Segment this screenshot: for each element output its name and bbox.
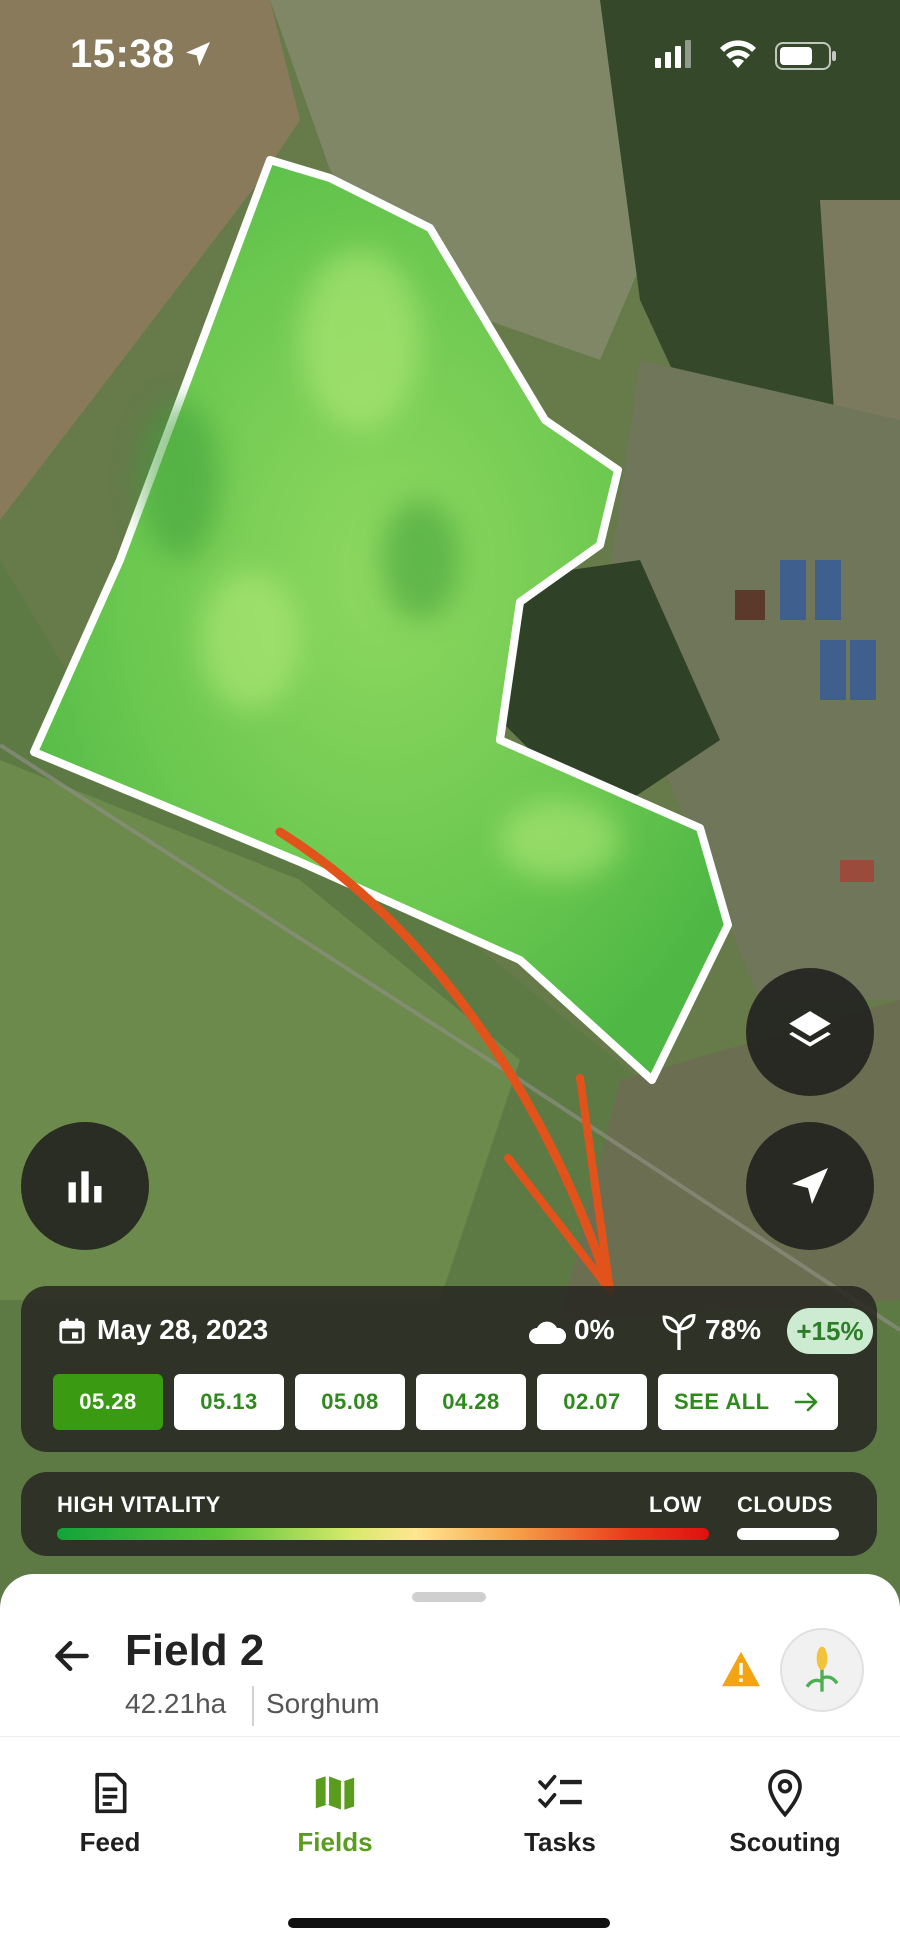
tab-feed-label: Feed xyxy=(79,1827,141,1857)
tab-fields[interactable]: Fields xyxy=(245,1767,425,1858)
map-icon xyxy=(315,1775,355,1811)
date-chip-3[interactable]: 05.08 xyxy=(295,1374,405,1430)
back-arrow-icon[interactable] xyxy=(50,1634,94,1678)
checklist-icon xyxy=(538,1774,582,1809)
legend-low-label: LOW xyxy=(649,1492,702,1517)
vitality-gradient-bar xyxy=(57,1528,709,1540)
arrow-right-icon xyxy=(794,1392,818,1412)
selected-date: May 28, 2023 xyxy=(97,1314,269,1345)
locate-button[interactable] xyxy=(746,1122,874,1250)
tab-feed[interactable]: Feed xyxy=(20,1767,200,1858)
stats-button[interactable] xyxy=(21,1122,149,1250)
navigation-arrow-icon xyxy=(792,1168,828,1204)
field-crop: Sorghum xyxy=(266,1688,380,1719)
vegetation-change-badge: +15% xyxy=(787,1308,873,1354)
clouds-swatch xyxy=(737,1528,839,1540)
date-chip-1[interactable]: 05.28 xyxy=(53,1374,163,1430)
status-time: 15:38 xyxy=(70,32,175,76)
field-name: Field 2 xyxy=(125,1626,265,1675)
date-info-row: May 28, 2023 0% 78% +15% xyxy=(57,1308,873,1358)
tab-tasks-label: Tasks xyxy=(524,1827,596,1857)
sorghum-icon xyxy=(805,1646,839,1692)
field-info-divider xyxy=(252,1686,254,1726)
signal-icon xyxy=(655,40,691,68)
sprout-icon xyxy=(662,1313,696,1350)
legend-clouds-label: CLOUDS xyxy=(737,1492,833,1517)
sheet-drag-handle[interactable] xyxy=(412,1592,486,1602)
wifi-icon xyxy=(720,40,756,68)
location-arrow-icon xyxy=(186,42,210,66)
cloud-icon xyxy=(529,1321,567,1344)
date-panel: May 28, 2023 0% 78% +15% 05.28 05.13 05.… xyxy=(21,1286,877,1452)
battery-icon xyxy=(775,42,836,70)
status-bar: 15:38 xyxy=(0,0,900,120)
field-area: 42.21ha xyxy=(125,1688,227,1719)
tab-scouting[interactable]: Scouting xyxy=(695,1767,875,1858)
tab-scouting-label: Scouting xyxy=(729,1827,841,1857)
vegetation-value: 78% xyxy=(705,1314,762,1345)
warning-icon[interactable] xyxy=(720,1650,762,1688)
tab-fields-label: Fields xyxy=(297,1827,373,1857)
tab-tasks[interactable]: Tasks xyxy=(470,1767,650,1858)
map-pin-icon xyxy=(768,1769,802,1817)
bar-chart-icon xyxy=(68,1171,102,1203)
cloud-cover-value: 0% xyxy=(574,1314,615,1345)
date-chip-4[interactable]: 04.28 xyxy=(416,1374,526,1430)
date-chip-5[interactable]: 02.07 xyxy=(537,1374,647,1430)
layers-button[interactable] xyxy=(746,968,874,1096)
layers-icon xyxy=(789,1011,831,1047)
vitality-legend: HIGH VITALITY LOW CLOUDS xyxy=(21,1472,877,1556)
see-all-button[interactable]: SEE ALL xyxy=(658,1374,838,1430)
home-indicator xyxy=(288,1918,610,1928)
document-icon xyxy=(95,1772,127,1814)
legend-high-label: HIGH VITALITY xyxy=(57,1492,221,1517)
see-all-label: SEE ALL xyxy=(674,1389,770,1414)
date-chip-2[interactable]: 05.13 xyxy=(174,1374,284,1430)
calendar-icon xyxy=(59,1318,85,1344)
crop-avatar[interactable] xyxy=(780,1628,864,1712)
